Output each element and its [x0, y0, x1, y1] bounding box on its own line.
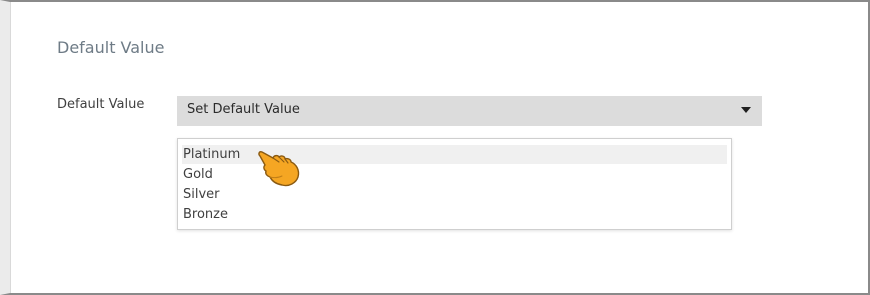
select-current-value: Set Default Value — [187, 102, 300, 117]
default-value-label: Default Value — [57, 97, 145, 112]
frame-divider — [10, 2, 11, 293]
caret-down-icon — [741, 107, 751, 113]
option-bronze[interactable]: Bronze — [182, 205, 727, 224]
section-title: Default Value — [57, 38, 165, 57]
hand-pointer-cursor-icon — [258, 151, 300, 187]
default-value-select[interactable]: Set Default Value — [177, 96, 762, 126]
